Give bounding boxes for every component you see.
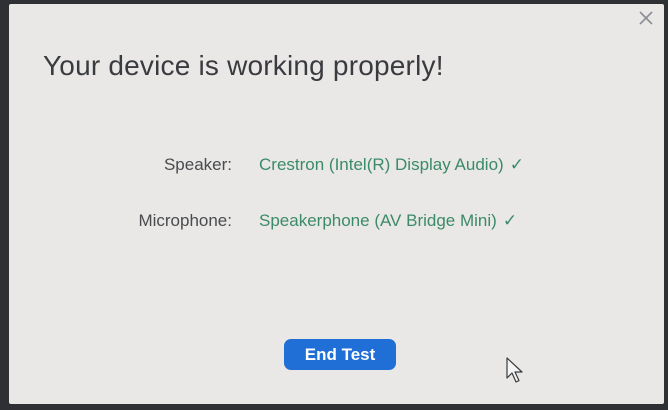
microphone-row: Microphone: Speakerphone (AV Bridge Mini…	[9, 211, 664, 235]
device-test-dialog: Your device is working properly! Speaker…	[9, 4, 664, 404]
microphone-device: Speakerphone (AV Bridge Mini) ✓	[259, 211, 517, 231]
speaker-device: Crestron (Intel(R) Display Audio) ✓	[259, 155, 524, 175]
speaker-row: Speaker: Crestron (Intel(R) Display Audi…	[9, 155, 664, 179]
microphone-device-name: Speakerphone (AV Bridge Mini)	[259, 211, 497, 230]
dialog-title: Your device is working properly!	[43, 50, 444, 81]
mouse-cursor-icon	[506, 357, 523, 383]
screen: Your device is working properly! Speaker…	[0, 0, 668, 410]
speaker-label: Speaker:	[163, 155, 232, 174]
checkmark-icon: ✓	[509, 155, 524, 174]
microphone-label: Microphone:	[138, 211, 232, 230]
speaker-device-name: Crestron (Intel(R) Display Audio)	[259, 155, 504, 174]
close-icon[interactable]	[636, 10, 656, 30]
checkmark-icon: ✓	[502, 211, 518, 230]
end-test-button[interactable]: End Test	[284, 339, 396, 370]
close-icon-glyph	[639, 11, 653, 25]
